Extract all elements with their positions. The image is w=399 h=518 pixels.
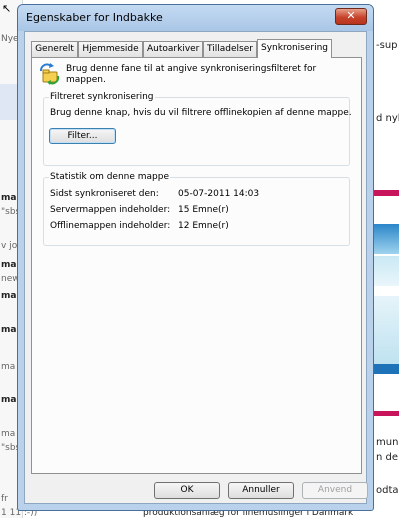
filter-button[interactable]: Filter... <box>49 128 116 144</box>
reading-pane-text-line: odtag <box>376 485 399 496</box>
message-list-item[interactable]: fr <box>1 494 8 504</box>
stats-group: Statistik om denne mappe Sidst synkronis… <box>43 172 350 246</box>
message-list-item[interactable]: ma <box>1 429 15 439</box>
mouse-cursor-icon: ↖ <box>2 2 12 15</box>
title-bar[interactable]: Egenskaber for Indbakke ✕ <box>18 5 373 31</box>
tab-hjemmeside[interactable]: Hjemmeside <box>78 41 143 57</box>
offline-folder-value: 12 Emne(r) <box>178 221 229 231</box>
message-list-item[interactable]: Nye <box>1 34 19 44</box>
intro-text: Brug denne fane til at angive synkronise… <box>66 64 326 86</box>
synkronisering-panel: Brug denne fane til at angive synkronise… <box>31 57 362 474</box>
reading-pane-text-line: mune <box>376 437 399 448</box>
apply-button[interactable]: Anvend <box>302 482 368 499</box>
ok-button[interactable]: OK <box>154 482 220 499</box>
message-list-item[interactable]: ma <box>1 260 16 270</box>
offline-folder-label: Offlinemappen indeholder: <box>50 221 171 231</box>
intro-line-2: mappen. <box>66 75 106 85</box>
properties-dialog: Egenskaber for Indbakke ✕ Generelt Hjemm… <box>17 4 374 511</box>
ad-image-3 <box>374 296 399 364</box>
reading-pane-text-line: -sup <box>376 40 398 51</box>
dialog-client-area: Generelt Hjemmeside Autoarkiver Tilladel… <box>24 31 368 504</box>
reading-pane-text-line: n de <box>376 452 399 463</box>
message-list-item[interactable]: ma <box>1 325 16 335</box>
server-folder-value: 15 Emne(r) <box>178 205 229 215</box>
tab-autoarkiver[interactable]: Autoarkiver <box>143 41 203 57</box>
filter-description: Brug denne knap, hvis du vil filtrere of… <box>50 108 352 118</box>
message-list-item[interactable]: ma <box>1 291 16 301</box>
pink-banner <box>374 190 399 196</box>
cancel-button[interactable]: Annuller <box>228 482 294 499</box>
sync-icon <box>40 63 60 85</box>
close-button[interactable]: ✕ <box>335 8 367 25</box>
message-list-item[interactable]: ma <box>1 395 16 405</box>
filter-group: Filtreret synkronisering Brug denne knap… <box>43 92 352 166</box>
pink-divider <box>374 411 399 416</box>
ad-image <box>374 224 399 254</box>
dialog-title: Egenskaber for Indbakke <box>26 11 163 24</box>
server-folder-label: Servermappen indeholder: <box>50 205 171 215</box>
ad-image-2 <box>374 256 399 286</box>
intro-line-1: Brug denne fane til at angive synkronise… <box>66 64 317 74</box>
message-list-item[interactable]: ma <box>1 193 16 203</box>
filter-group-label: Filtreret synkronisering <box>49 92 155 102</box>
tab-tilladelser[interactable]: Tilladelser <box>203 41 257 57</box>
ad-price-bar <box>374 364 399 374</box>
dialog-button-bar: OK Annuller Anvend <box>25 479 368 499</box>
reading-pane-text-line: d nyh <box>376 113 399 124</box>
stats-group-label: Statistik om denne mappe <box>49 172 171 182</box>
last-synced-value: 05-07-2011 14:03 <box>178 189 260 199</box>
tab-generelt[interactable]: Generelt <box>31 41 78 57</box>
last-synced-label: Sidst synkroniseret den: <box>50 189 159 199</box>
tab-synkronisering[interactable]: Synkronisering <box>257 39 332 58</box>
message-list-item[interactable]: ma <box>1 362 15 372</box>
